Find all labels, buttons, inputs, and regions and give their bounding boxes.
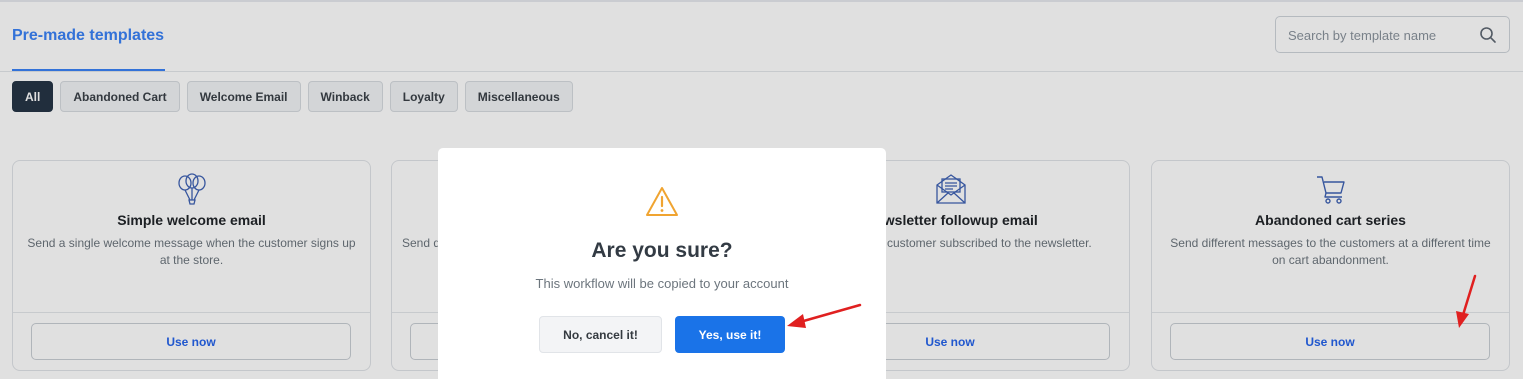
warning-icon bbox=[646, 187, 678, 216]
dialog-title: Are you sure? bbox=[591, 239, 733, 262]
cancel-button[interactable]: No, cancel it! bbox=[539, 316, 662, 353]
confirm-button[interactable]: Yes, use it! bbox=[675, 316, 785, 353]
confirm-dialog: Are you sure? This workflow will be copi… bbox=[438, 148, 886, 379]
dialog-message: This workflow will be copied to your acc… bbox=[535, 276, 789, 291]
